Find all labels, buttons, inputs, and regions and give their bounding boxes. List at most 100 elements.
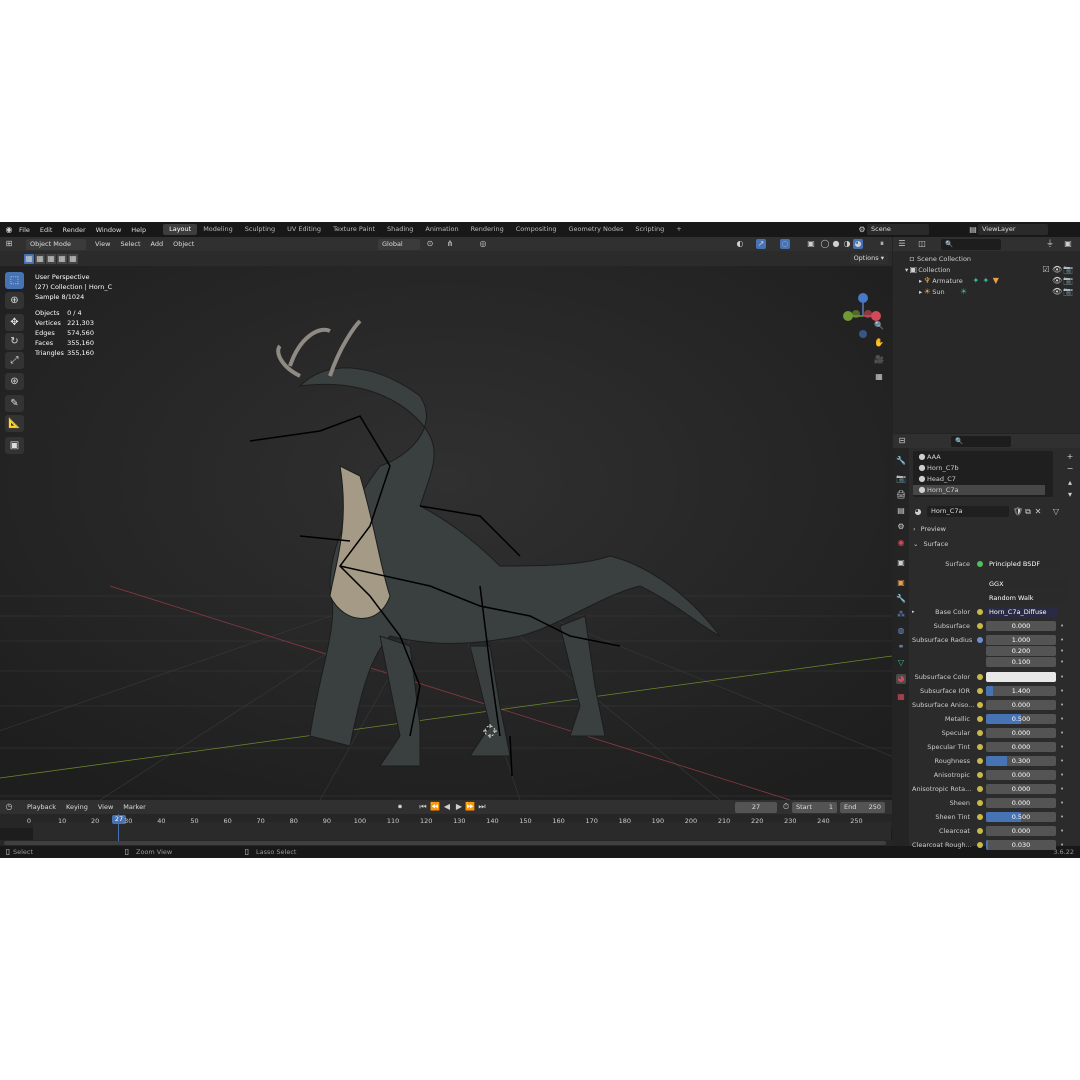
select-subtract-icon[interactable]: ▦ <box>46 253 56 264</box>
property-value-field[interactable]: 0.300 <box>986 755 1056 766</box>
tab-rendering[interactable]: Rendering <box>465 224 510 235</box>
wireframe-shading-icon[interactable]: ◯ <box>820 239 830 249</box>
menu-window[interactable]: Window <box>91 226 127 234</box>
keyframe-dot-icon[interactable]: • <box>1060 799 1064 807</box>
property-value-field[interactable]: 0.000 <box>986 783 1056 794</box>
property-value-field[interactable] <box>986 671 1056 682</box>
base-color-expand-icon[interactable]: ▸ <box>912 609 920 615</box>
outliner-search[interactable]: 🔍 <box>941 238 1001 250</box>
keyframe-dot-icon[interactable]: • <box>1060 813 1064 821</box>
keyframe-dot-icon[interactable]: • <box>1060 785 1064 793</box>
tab-modeling[interactable]: Modeling <box>197 224 239 235</box>
select-box-mode-icon[interactable]: ▦ <box>24 253 34 264</box>
display-mode-icon[interactable]: ◫ <box>917 239 927 249</box>
tab-layout[interactable]: Layout <box>163 224 198 235</box>
tool-rotate[interactable]: ↻ <box>5 333 24 350</box>
keyframe-dot-icon[interactable]: • <box>1060 687 1064 695</box>
next-key-icon[interactable]: ⏩ <box>465 802 475 812</box>
tab-animation[interactable]: Animation <box>419 224 464 235</box>
outliner-item-sun[interactable]: ▸ ☀ Sun ☀ <box>919 287 969 297</box>
properties-search[interactable]: 🔍 <box>951 435 1011 447</box>
tool-move[interactable]: ✥ <box>5 314 24 331</box>
tool-measure[interactable]: 📐 <box>5 415 24 432</box>
tab-sculpting[interactable]: Sculpting <box>239 224 281 235</box>
keyframe-dot-icon[interactable]: • <box>1060 757 1064 765</box>
keyframe-dot-icon[interactable]: • <box>1060 647 1064 655</box>
unlink-material-icon[interactable]: ✕ <box>1033 507 1043 517</box>
filter-icon[interactable]: ⏚ <box>1045 239 1055 249</box>
prev-key-icon[interactable]: ⏪ <box>430 802 440 812</box>
data-tab-icon[interactable]: ▽ <box>896 658 906 668</box>
panel-surface[interactable]: ⌄ Surface <box>913 538 1073 549</box>
add-slot-icon[interactable]: + <box>1065 452 1075 462</box>
scene-selector[interactable]: ⚙ Scene <box>857 224 929 235</box>
keyframe-dot-icon[interactable]: • <box>1060 622 1064 630</box>
properties-editor-icon[interactable]: ⊟ <box>897 436 907 446</box>
material-slot-head-c7[interactable]: ● Head_C7 <box>917 474 956 484</box>
select-intersect-icon[interactable]: ▦ <box>68 253 78 264</box>
viewport-menu-view[interactable]: View <box>90 240 115 248</box>
viewport-menu-object[interactable]: Object <box>168 240 199 248</box>
view-layer-name[interactable]: ViewLayer <box>978 224 1048 235</box>
keyframe-dot-icon[interactable]: • <box>1060 841 1064 849</box>
outliner-item-armature[interactable]: ▸ ♆ Armature ✦ ✦ ▼ <box>919 276 1001 286</box>
distribution-dropdown[interactable]: GGX <box>986 578 1068 589</box>
keyframe-dot-icon[interactable]: • <box>1060 701 1064 709</box>
current-frame-field[interactable]: 27 <box>735 801 777 813</box>
property-value-field[interactable]: 0.000 <box>986 797 1056 808</box>
property-value-field[interactable]: 0.100 <box>986 656 1056 667</box>
property-value-field[interactable]: 0.500 <box>986 811 1056 822</box>
material-slot-horn-c7b[interactable]: ● Horn_C7b <box>917 463 959 473</box>
output-tab-icon[interactable]: 🖨 <box>896 490 906 500</box>
render-tab-icon[interactable]: 📷 <box>896 474 906 484</box>
collection-render-icon[interactable]: 📷 <box>1063 265 1073 275</box>
browse-material-icon[interactable]: ▽ <box>1051 507 1061 517</box>
sun-render-icon[interactable]: 📷 <box>1063 287 1073 297</box>
play-icon[interactable]: ▶ <box>454 802 464 812</box>
transform-orientation[interactable]: Global <box>378 238 420 250</box>
jump-end-icon[interactable]: ⏭ <box>477 802 487 812</box>
editor-type-icon[interactable]: ⊞ <box>4 239 14 249</box>
keyframe-dot-icon[interactable]: • <box>1060 658 1064 666</box>
blender-logo-icon[interactable]: ◉ <box>4 225 14 235</box>
menu-edit[interactable]: Edit <box>35 226 58 234</box>
tool-add-cube[interactable]: ▣ <box>5 437 24 454</box>
timeline-menu-marker[interactable]: Marker <box>118 803 150 811</box>
outliner-editor-icon[interactable]: ☰ <box>897 239 907 249</box>
material-browse-icon[interactable]: ◕ <box>913 507 923 517</box>
start-frame-field[interactable]: Start 1 <box>792 801 837 813</box>
tool-annotate[interactable]: ✎ <box>5 395 24 412</box>
mode-selector[interactable]: Object Mode <box>26 238 86 250</box>
tool-cursor[interactable]: ⊕ <box>5 292 24 309</box>
property-value-field[interactable]: 0.500 <box>986 713 1056 724</box>
snap-icon[interactable]: ⋔ <box>445 239 455 249</box>
tool-select-box[interactable]: ⬚ <box>5 272 24 289</box>
keyframe-dot-icon[interactable]: • <box>1060 827 1064 835</box>
gizmo-icon[interactable]: ↗ <box>756 239 766 249</box>
zoom-icon[interactable]: 🔍 <box>874 321 884 331</box>
property-value-field[interactable]: 0.200 <box>986 645 1056 656</box>
material-tab-icon[interactable]: ◕ <box>896 674 906 684</box>
select-invert-icon[interactable]: ▦ <box>57 253 67 264</box>
duplicate-material-icon[interactable]: ⧉ <box>1023 507 1033 517</box>
material-slot-aaa[interactable]: ● AAA <box>917 452 941 462</box>
jump-start-icon[interactable]: ⏮ <box>418 802 428 812</box>
fake-user-icon[interactable]: 🛡 <box>1013 507 1023 517</box>
keyframe-dot-icon[interactable]: • <box>1060 636 1064 644</box>
texture-tab-icon[interactable]: ▦ <box>896 692 906 702</box>
timeline-scrollbar[interactable] <box>4 841 886 845</box>
constraints-tab-icon[interactable]: ⚭ <box>896 642 906 652</box>
timeline-menu-keying[interactable]: Keying <box>61 803 93 811</box>
viewport-menu-add[interactable]: Add <box>146 240 169 248</box>
panel-preview[interactable]: › Preview <box>913 523 1073 534</box>
material-name-field[interactable]: Horn_C7a <box>927 506 1009 517</box>
view-layer-selector[interactable]: ▤ ViewLayer <box>968 224 1048 235</box>
viewport-3d[interactable]: User Perspective (27) Collection | Horn_… <box>0 266 892 800</box>
keyframe-dot-icon[interactable]: • <box>1060 715 1064 723</box>
tab-geometry-nodes[interactable]: Geometry Nodes <box>563 224 630 235</box>
tab-scripting[interactable]: Scripting <box>629 224 670 235</box>
property-value-field[interactable]: 0.000 <box>986 699 1056 710</box>
tab-shading[interactable]: Shading <box>381 224 419 235</box>
rendered-shading-icon[interactable]: ◕ <box>853 239 863 249</box>
pause-render-icon[interactable]: ⏸ <box>877 239 887 249</box>
